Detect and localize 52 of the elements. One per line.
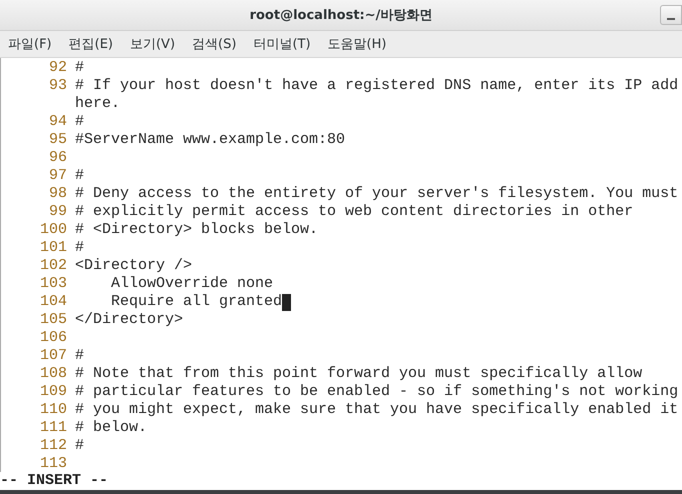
menu-item[interactable]: 편집(E) xyxy=(68,35,113,53)
minimize-button[interactable] xyxy=(660,5,682,25)
menu-item[interactable]: 검색(S) xyxy=(192,35,236,53)
code-line: <Directory /> xyxy=(75,257,192,275)
code-line: here. xyxy=(75,95,120,113)
code-line: # xyxy=(75,167,84,185)
line-number: 95 xyxy=(48,131,67,148)
line-number: 105 xyxy=(40,311,67,328)
line-number: 108 xyxy=(40,365,67,382)
line-number: 113 xyxy=(40,455,67,472)
menu-item[interactable]: 보기(V) xyxy=(130,35,176,53)
code-line: # Deny access to the entirety of your server's filesystem. You must xyxy=(75,185,678,203)
code-line: # you might expect, make sure that you have specifically enabled it xyxy=(75,401,678,419)
code-line: # xyxy=(75,347,84,365)
line-number: 111 xyxy=(40,419,67,436)
code-line: # xyxy=(75,239,84,257)
code-line: #ServerName www.example.com:80 xyxy=(75,131,346,149)
line-number: 92 xyxy=(48,59,67,76)
line-number: 107 xyxy=(40,347,67,364)
code-line: # Note that from this point forward you must specifically allow xyxy=(75,365,642,383)
menu-item[interactable]: 도움말(H) xyxy=(328,35,386,53)
code-line: Require all granted xyxy=(110,293,282,311)
code-line: # xyxy=(75,113,84,131)
line-number: 94 xyxy=(48,113,67,130)
code-line: </Directory> xyxy=(75,311,184,329)
code-line: # below. xyxy=(75,419,148,437)
line-number: 112 xyxy=(40,437,67,454)
menu-item[interactable]: 터미널(T) xyxy=(253,35,311,53)
line-number: 106 xyxy=(40,329,67,346)
line-number: 98 xyxy=(48,185,67,202)
line-number: 103 xyxy=(40,275,67,292)
line-number: 97 xyxy=(48,167,67,184)
code-line: # particular features to be enabled - so if something's not working xyxy=(75,383,678,401)
line-number: 101 xyxy=(40,239,67,256)
code-line: # xyxy=(75,59,84,77)
code-line: # xyxy=(75,437,84,455)
line-number: 96 xyxy=(48,149,67,166)
minimize-icon xyxy=(667,17,675,20)
code-line: AllowOverride none xyxy=(110,275,274,293)
line-number: 109 xyxy=(40,383,67,400)
mode-indicator: -- INSERT -- xyxy=(0,472,108,489)
line-number: 104 xyxy=(40,293,67,310)
line-number: 102 xyxy=(40,257,67,274)
code-line: # <Directory> blocks below. xyxy=(75,221,318,239)
line-number: 110 xyxy=(40,401,67,418)
window-title: root@localhost:~/바탕화면 xyxy=(250,7,432,24)
line-number: 99 xyxy=(48,203,67,220)
code-line: # explicitly permit access to web content directories in other xyxy=(75,203,634,221)
menu-item[interactable]: 파일(F) xyxy=(8,35,52,53)
line-number: 100 xyxy=(40,221,67,238)
line-number: 93 xyxy=(48,77,67,94)
code-line: # If your host doesn't have a registered DNS name, enter its IP add xyxy=(75,77,678,95)
